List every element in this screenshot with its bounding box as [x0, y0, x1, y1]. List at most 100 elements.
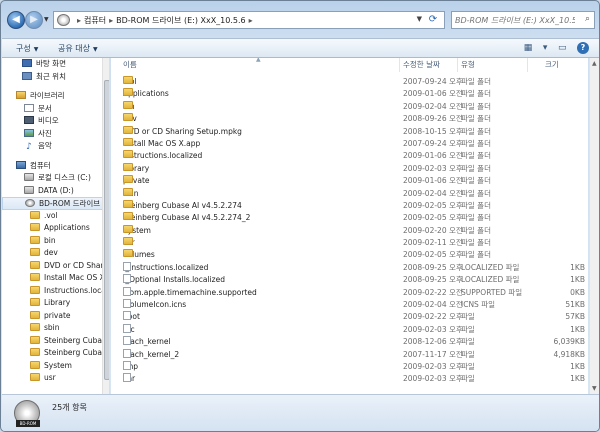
file-icon [123, 286, 131, 296]
nav-item-label: 최근 위치 [36, 71, 66, 81]
nav-subfolder-item[interactable]: DVD or CD Sharin [2, 260, 109, 273]
column-header-type[interactable]: 유형 [461, 58, 475, 72]
search-icon[interactable]: ⌕ [585, 14, 590, 24]
share-with-button[interactable]: 공유 대상 ▼ [58, 43, 98, 54]
file-name: ._Optional Installs.localized [123, 275, 225, 285]
folder-icon [123, 249, 133, 258]
nav-subfolder-item[interactable]: Steinberg Cubase [2, 335, 109, 348]
table-row[interactable]: Volumes2009-02-05 오후...파일 폴더 [111, 249, 588, 261]
file-type: 파일 폴더 [461, 176, 491, 186]
nav-favorite-item[interactable]: 최근 위치 [2, 71, 109, 84]
table-row[interactable]: .com.apple.timemachine.supported 2009-02-… [111, 286, 588, 299]
nav-scrollbar-thumb[interactable] [104, 80, 109, 380]
nav-subfolder-item[interactable]: usr [2, 372, 109, 385]
nav-library-item[interactable]: ♪ 음악 [2, 140, 109, 153]
column-divider[interactable] [527, 58, 528, 72]
nav-drive-item[interactable]: BD-ROM 드라이브 ( [2, 197, 109, 210]
nav-drive-item[interactable]: DATA (D:) [2, 185, 109, 198]
nav-subfolder-item[interactable]: Steinberg Cubase [2, 347, 109, 360]
nav-favorite-item[interactable]: 바탕 화면 [2, 58, 109, 71]
search-input[interactable] [455, 14, 575, 27]
scroll-down-icon[interactable]: ▼ [592, 385, 597, 392]
table-row[interactable]: Library2009-02-03 오후...파일 폴더 [111, 162, 588, 175]
nav-computer[interactable]: 컴퓨터 [2, 160, 109, 173]
folder-icon [123, 150, 133, 159]
file-name-cell: boot [123, 311, 403, 323]
folder-icon [123, 237, 133, 246]
organize-button[interactable]: 구성 ▼ [16, 43, 38, 54]
breadcrumb-separator-icon[interactable]: ▸ [246, 16, 256, 25]
table-row[interactable]: .vol2007-09-24 오후...파일 폴더 [111, 76, 588, 88]
nav-subfolder-item[interactable]: dev [2, 247, 109, 260]
table-row[interactable]: .VolumeIcon.icns 2009-02-04 오전...ICNS 파일 5… [111, 299, 588, 311]
view-options-icon[interactable]: ▾ [543, 43, 548, 53]
table-row[interactable]: dev2008-09-26 오전...파일 폴더 [111, 113, 588, 125]
nav-subfolder-item[interactable]: Applications [2, 222, 109, 235]
table-row[interactable]: ._Instructions.localized 2008-09-25 오후...… [111, 261, 588, 274]
recent-pages-dropdown[interactable]: ▼ [44, 16, 49, 23]
table-row[interactable]: tmp2009-02-03 오후...파일 1KB [111, 360, 588, 373]
nav-library-item[interactable]: 문서 [2, 103, 109, 116]
table-row[interactable]: var2009-02-03 오후...파일 1KB [111, 373, 588, 385]
nav-drive-item[interactable]: 로컬 디스크 (C:) [2, 172, 109, 185]
nav-item-label: Library [44, 298, 71, 307]
nav-subfolder-item[interactable]: .vol [2, 210, 109, 223]
column-divider[interactable] [457, 58, 458, 72]
breadcrumb-separator-icon[interactable]: ▸ [74, 16, 84, 25]
file-list-scrollbar[interactable]: ▲ ▼ [589, 58, 599, 394]
preview-pane-icon[interactable]: ▭ [558, 43, 567, 53]
table-row[interactable]: Applications2009-01-06 오전...파일 폴더 [111, 88, 588, 100]
table-row[interactable]: mach_kernel2008-12-06 오후...파일 6,039KB [111, 336, 588, 348]
breadcrumb-computer[interactable]: 컴퓨터 [84, 16, 106, 25]
search-box[interactable]: ⌕ [451, 11, 595, 29]
file-date: 2008-09-25 오후... [403, 275, 463, 285]
table-row[interactable]: boot2009-02-22 오후...파일 57KB [111, 311, 588, 323]
recent-places-icon [22, 71, 32, 80]
nav-subfolder-item[interactable]: sbin [2, 322, 109, 335]
refresh-icon[interactable]: ⟳ [426, 13, 440, 27]
table-row[interactable]: Steinberg Cubase AI v4.5.2.274_2 2009-02-… [111, 212, 588, 224]
nav-spacer [2, 83, 109, 90]
nav-item-label: DATA (D:) [38, 185, 74, 195]
address-bar[interactable]: ▸ 컴퓨터 ▸ BD-ROM 드라이브 (E:) XxX_10.5.6 ▸ ▼ ⟳ [53, 11, 445, 29]
back-button[interactable]: ◀ [7, 11, 25, 29]
scroll-up-icon[interactable]: ▲ [592, 60, 597, 67]
nav-subfolder-item[interactable]: System [2, 360, 109, 373]
table-row[interactable]: DVD or CD Sharing Setup.mpkg 2008-10-15 오… [111, 125, 588, 138]
table-row[interactable]: private2009-01-06 오전...파일 폴더 [111, 175, 588, 187]
table-row[interactable]: sbin2009-02-04 오전...파일 폴더 [111, 187, 588, 200]
change-view-icon[interactable]: ▦ [524, 43, 533, 53]
nav-subfolder-item[interactable]: Instructions.localiz [2, 285, 109, 298]
table-row[interactable]: Install Mac OS X.app 2007-09-24 오후...파일 폴… [111, 137, 588, 150]
breadcrumb-drive[interactable]: BD-ROM 드라이브 (E:) XxX_10.5.6 [116, 16, 246, 25]
help-icon[interactable]: ? [577, 42, 589, 54]
file-date: 2009-02-04 오전... [403, 101, 463, 111]
table-row[interactable]: Instructions.localized 2009-01-06 오전...파일… [111, 150, 588, 162]
file-name: Instructions.localized [123, 151, 203, 161]
table-row[interactable]: mach_kernel_2 2007-11-17 오전...파일 4,918KB [111, 348, 588, 361]
table-row[interactable]: Steinberg Cubase AI v4.5.2.274 2009-02-05… [111, 199, 588, 212]
column-divider[interactable] [399, 58, 400, 72]
column-header-size[interactable]: 크기 [545, 58, 559, 72]
nav-library-item[interactable]: 사진 [2, 128, 109, 141]
nav-scrollbar[interactable] [102, 58, 109, 394]
table-row[interactable]: bin2009-02-04 오전...파일 폴더 [111, 100, 588, 113]
breadcrumb-separator-icon[interactable]: ▸ [106, 16, 116, 25]
table-row[interactable]: System2009-02-20 오전...파일 폴더 [111, 224, 588, 237]
table-row[interactable]: usr2009-02-11 오전...파일 폴더 [111, 237, 588, 249]
nav-subfolder-item[interactable]: bin [2, 235, 109, 248]
nav-subfolder-item[interactable]: Library [2, 297, 109, 310]
file-type: 파일 [461, 337, 475, 347]
nav-item-label: 바탕 화면 [36, 59, 66, 68]
table-row[interactable]: ._Optional Installs.localized 2008-09-25 … [111, 274, 588, 286]
nav-library-item[interactable]: 비디오 [2, 115, 109, 128]
address-dropdown-icon[interactable]: ▼ [417, 15, 422, 23]
nav-subfolder-item[interactable]: Install Mac OS X.a [2, 272, 109, 285]
column-header-date[interactable]: 수정한 날짜 [403, 58, 440, 72]
column-header-name[interactable]: 이름 [123, 58, 137, 72]
nav-subfolder-item[interactable]: private [2, 310, 109, 323]
table-row[interactable]: etc2009-02-03 오후...파일 1KB [111, 323, 588, 336]
file-name-cell: dev [123, 113, 403, 125]
forward-button[interactable]: ▶ [25, 11, 43, 29]
nav-libraries[interactable]: 라이브러리 [2, 90, 109, 103]
